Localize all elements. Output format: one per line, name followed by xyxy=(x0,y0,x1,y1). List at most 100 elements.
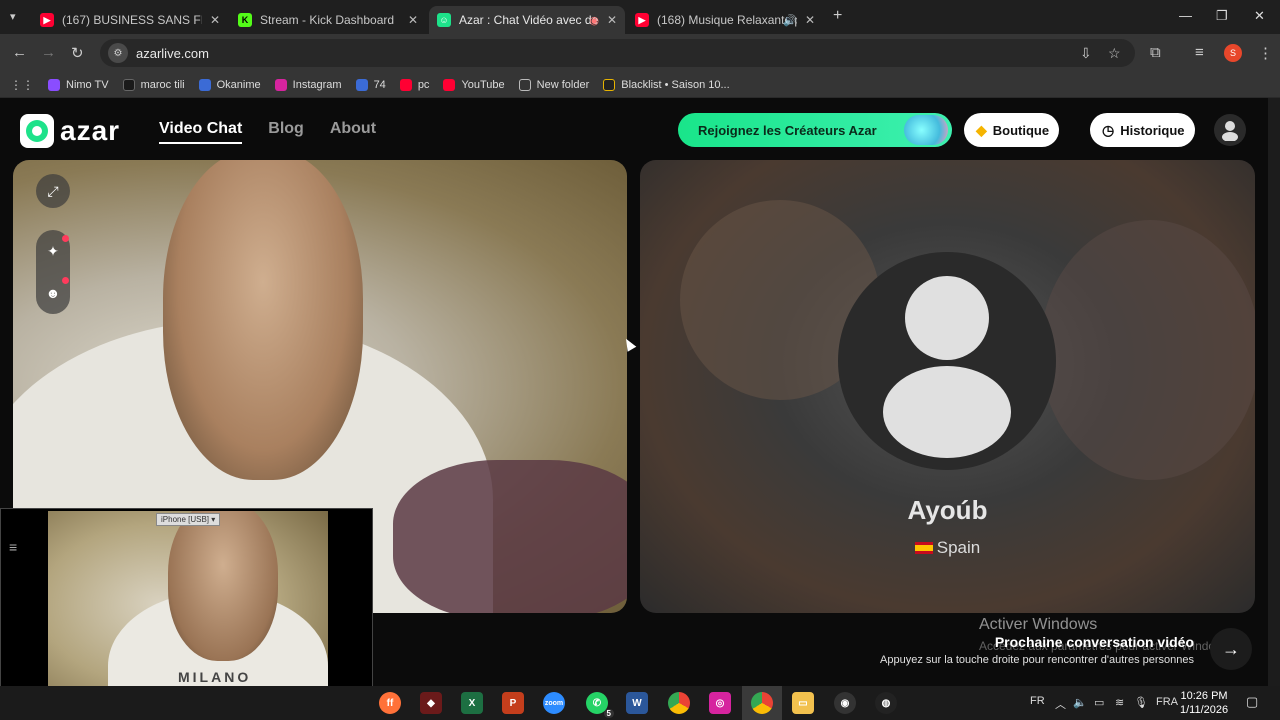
nav-about[interactable]: About xyxy=(330,120,376,144)
bookmark-star-icon[interactable]: ☆ xyxy=(1108,45,1121,62)
peer-name: Ayoúb xyxy=(907,495,988,525)
join-creators-button[interactable]: Rejoignez les Créateurs Azar xyxy=(678,113,952,147)
tab-title: Stream - Kick Dashboard xyxy=(260,13,395,27)
peer-avatar xyxy=(838,252,1056,470)
wifi-icon[interactable]: ≋ xyxy=(1115,696,1124,709)
bookmark-item[interactable]: Instagram xyxy=(274,78,342,91)
webcam-app-icon[interactable]: ◍ xyxy=(875,692,897,714)
input-method[interactable]: FRA xyxy=(1156,696,1178,708)
tab-kick[interactable]: K Stream - Kick Dashboard ✕ xyxy=(230,6,426,34)
bookmark-label: Okanime xyxy=(216,78,261,91)
notification-dot xyxy=(62,277,69,284)
bookmark-item[interactable]: Blacklist • Saison 10... xyxy=(603,78,730,91)
powerpoint-icon[interactable]: P xyxy=(502,692,524,714)
folder-icon xyxy=(518,78,531,91)
close-icon[interactable]: ✕ xyxy=(408,13,418,27)
media-control-icon[interactable]: ≡ xyxy=(1195,44,1204,61)
new-tab-button[interactable]: + xyxy=(833,7,842,25)
next-conversation-hint: Appuyez sur la touche droite pour rencon… xyxy=(880,654,1194,666)
face-filter-icon[interactable]: ☻ xyxy=(36,276,70,310)
nav-video-chat[interactable]: Video Chat xyxy=(159,120,243,144)
bookmark-item[interactable]: maroc tili xyxy=(122,78,185,91)
extensions-icon[interactable]: ⧉ xyxy=(1150,44,1161,61)
url-text[interactable]: azarlive.com xyxy=(136,46,209,61)
instagram-icon[interactable]: ◎ xyxy=(709,692,731,714)
user-avatar[interactable] xyxy=(1214,114,1246,146)
show-hidden-icons[interactable]: ︿ xyxy=(1055,696,1066,712)
bookmark-icon xyxy=(603,78,616,91)
bookmark-icon xyxy=(122,78,135,91)
tab-title: (168) Musique Relaxante po xyxy=(657,13,797,27)
shirt-text: MILANO xyxy=(178,669,252,685)
fullscreen-icon[interactable]: ⤢ xyxy=(36,174,70,208)
notifications-icon[interactable]: ▢ xyxy=(1246,694,1258,710)
omnibox[interactable]: ⚙ azarlive.com ⇩ ☆ xyxy=(100,39,1135,67)
chrome-profile-icon[interactable] xyxy=(751,692,773,714)
menu-icon[interactable]: ⋮ xyxy=(1258,44,1273,62)
hamburger-menu-icon[interactable]: ≡ xyxy=(9,539,17,555)
clock[interactable]: 10:26 PM 1/11/2026 xyxy=(1180,689,1228,717)
profile-avatar[interactable]: S xyxy=(1224,44,1242,62)
recording-icon: ◉ xyxy=(589,14,599,27)
bookmark-item[interactable]: YouTube xyxy=(443,78,505,91)
bookmark-icon xyxy=(198,78,211,91)
site-info-icon[interactable]: ⚙ xyxy=(108,43,128,63)
microphone-icon[interactable]: 🎙 xyxy=(1134,696,1148,709)
windows-taskbar: ff ◆ X P zoom ✆ 5 W ◎ ▭ ◉ ◍ FR ︿ 🔈 ▭ ≋ 🎙 … xyxy=(0,686,1280,720)
user-icon xyxy=(1222,121,1238,141)
volume-icon[interactable]: 🔈 xyxy=(1073,696,1087,709)
install-icon[interactable]: ⇩ xyxy=(1080,45,1092,62)
tab-title: (167) BUSINESS SANS FILTRE #2 xyxy=(62,13,202,27)
zoom-icon[interactable]: zoom xyxy=(543,692,565,714)
azar-icon: ☺ xyxy=(437,13,451,27)
whatsapp-icon[interactable]: ✆ 5 xyxy=(586,692,614,718)
bookmark-label: 74 xyxy=(373,78,386,91)
gem-icon: ◆ xyxy=(976,121,987,138)
youtube-icon xyxy=(399,78,412,91)
join-creators-label: Rejoignez les Créateurs Azar xyxy=(698,122,877,138)
next-arrow-button[interactable]: → xyxy=(1210,628,1252,670)
tab-azar[interactable]: ☺ Azar : Chat Vidéo avec de n ◉ ✕ xyxy=(429,6,625,34)
close-icon[interactable]: ✕ xyxy=(805,13,815,27)
app-icon[interactable]: ◆ xyxy=(420,692,442,714)
apps-icon[interactable]: ⋮⋮ xyxy=(10,78,34,92)
azar-logo[interactable]: azar xyxy=(20,114,120,148)
close-icon[interactable]: ✕ xyxy=(210,13,220,27)
bookmark-item[interactable]: pc xyxy=(399,78,430,91)
minimize-button[interactable]: — xyxy=(1179,8,1192,23)
close-icon[interactable]: ✕ xyxy=(607,13,617,27)
file-explorer-icon[interactable]: ▭ xyxy=(792,692,814,714)
word-icon[interactable]: W xyxy=(626,692,648,714)
address-bar-row: ← → ↻ ⚙ azarlive.com ⇩ ☆ ⧉ ≡ S ⋮ xyxy=(0,34,1280,72)
history-button[interactable]: ◷ Historique xyxy=(1090,113,1195,147)
tab-search-button[interactable]: ▾ xyxy=(10,10,16,23)
notification-dot xyxy=(62,235,69,242)
background-blur xyxy=(1040,220,1255,480)
chrome-icon[interactable] xyxy=(668,692,690,714)
bookmark-item[interactable]: Nimo TV xyxy=(48,78,109,91)
close-window-button[interactable]: ✕ xyxy=(1254,8,1265,24)
maximize-button[interactable]: ❐ xyxy=(1216,8,1228,24)
forward-icon[interactable]: → xyxy=(41,44,56,61)
camera-device-dropdown[interactable]: iPhone [USB] ▾ xyxy=(156,513,221,526)
firefox-icon[interactable]: ff xyxy=(379,692,401,714)
bookmark-label: pc xyxy=(417,78,430,91)
bookmark-folder[interactable]: New folder xyxy=(518,78,589,91)
reload-icon[interactable]: ↻ xyxy=(71,44,84,62)
tab-music[interactable]: ▶ (168) Musique Relaxante po 🔊 ✕ xyxy=(627,6,823,34)
tab-business[interactable]: ▶ (167) BUSINESS SANS FILTRE #2 ✕ xyxy=(32,6,228,34)
video-frame-shape xyxy=(163,160,363,480)
back-icon[interactable]: ← xyxy=(12,44,27,61)
obs-icon[interactable]: ◉ xyxy=(834,692,856,714)
battery-icon[interactable]: ▭ xyxy=(1094,696,1104,709)
azar-logo-icon xyxy=(20,114,54,148)
page-scrollbar[interactable] xyxy=(1268,98,1280,686)
nav-blog[interactable]: Blog xyxy=(268,120,304,144)
excel-icon[interactable]: X xyxy=(461,692,483,714)
bookmark-item[interactable]: Okanime xyxy=(198,78,261,91)
shop-button[interactable]: ◆ Boutique xyxy=(964,113,1060,147)
sparkle-effects-icon[interactable]: ✦ xyxy=(36,234,70,268)
video-frame-shape xyxy=(393,460,627,613)
language-indicator[interactable]: FR xyxy=(1030,695,1045,707)
bookmark-item[interactable]: 74 xyxy=(355,78,386,91)
